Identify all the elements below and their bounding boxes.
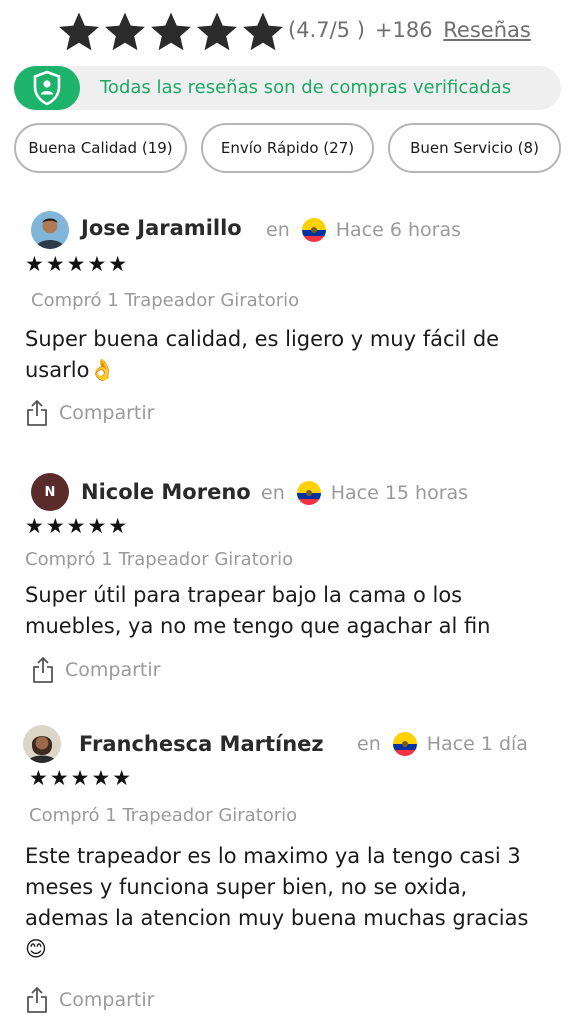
reviewer-name: Jose Jaramillo	[81, 216, 242, 240]
review-stars: ★★★★★	[25, 514, 130, 538]
review-time: Hace 15 horas	[330, 482, 469, 504]
share-icon	[27, 400, 47, 426]
verified-shield-icon	[33, 70, 61, 106]
review-stars: ★★★★★	[25, 252, 130, 276]
review-time: Hace 1 día	[426, 733, 528, 755]
meta-en: en	[266, 219, 290, 241]
purchase-info: Compró 1 Trapeador Giratorio	[25, 549, 294, 570]
star-icon	[148, 9, 194, 55]
verified-text: Todas las reseñas son de compras verific…	[100, 77, 512, 98]
share-icon	[27, 987, 47, 1013]
share-icon	[33, 657, 53, 683]
meta-en: en	[261, 482, 285, 504]
share-button[interactable]: Compartir	[25, 986, 154, 1014]
avatar	[31, 211, 69, 249]
star-icon	[102, 9, 148, 55]
review-meta: en Hace 1 día	[357, 732, 528, 756]
ecuador-flag-icon	[301, 218, 326, 242]
purchase-info: Compró 1 Trapeador Giratorio	[29, 805, 298, 826]
review-text: Super buena calidad, es ligero y muy fác…	[25, 327, 500, 382]
filter-chip-buena-calidad[interactable]: Buena Calidad (19)	[14, 123, 187, 173]
purchase-info: Compró 1 Trapeador Giratorio	[31, 290, 300, 311]
ecuador-flag-icon	[392, 732, 417, 756]
rating-value: (4.7/5 )	[288, 18, 365, 42]
meta-en: en	[357, 733, 381, 755]
filter-chip-envio-rapido[interactable]: Envío Rápido (27)	[201, 123, 374, 173]
avatar: N	[31, 473, 69, 511]
share-label: Compartir	[59, 989, 155, 1011]
verified-badge	[14, 66, 80, 110]
reviewer-name: Nicole Moreno	[81, 480, 251, 504]
share-button[interactable]: Compartir	[25, 399, 154, 427]
star-icon	[194, 9, 240, 55]
share-label: Compartir	[59, 402, 155, 424]
star-icon	[240, 9, 286, 55]
review-meta: en Hace 6 horas	[266, 218, 461, 242]
reviews-link[interactable]: Reseñas	[443, 18, 531, 42]
review-stars: ★★★★★	[29, 766, 134, 790]
ecuador-flag-icon	[296, 481, 321, 505]
review-text: Super útil para trapear bajo la cama o l…	[25, 583, 491, 638]
rating-summary: (4.7/5 ) +186 Reseñas	[0, 0, 576, 64]
avatar	[23, 725, 61, 763]
review-time: Hace 6 horas	[335, 219, 461, 241]
reviewer-name: Franchesca Martínez	[79, 732, 324, 756]
review-meta: en Hace 15 horas	[261, 481, 468, 505]
verified-banner: Todas las reseñas son de compras verific…	[14, 66, 561, 110]
share-button[interactable]: Compartir	[31, 656, 160, 684]
filter-chip-buen-servicio[interactable]: Buen Servicio (8)	[388, 123, 561, 173]
star-icon	[56, 9, 102, 55]
share-label: Compartir	[65, 659, 161, 681]
rating-text: (4.7/5 ) +186 Reseñas	[288, 18, 531, 42]
review-count: +186	[374, 18, 433, 42]
review-text: Este trapeador es lo maximo ya la tengo …	[25, 844, 529, 961]
